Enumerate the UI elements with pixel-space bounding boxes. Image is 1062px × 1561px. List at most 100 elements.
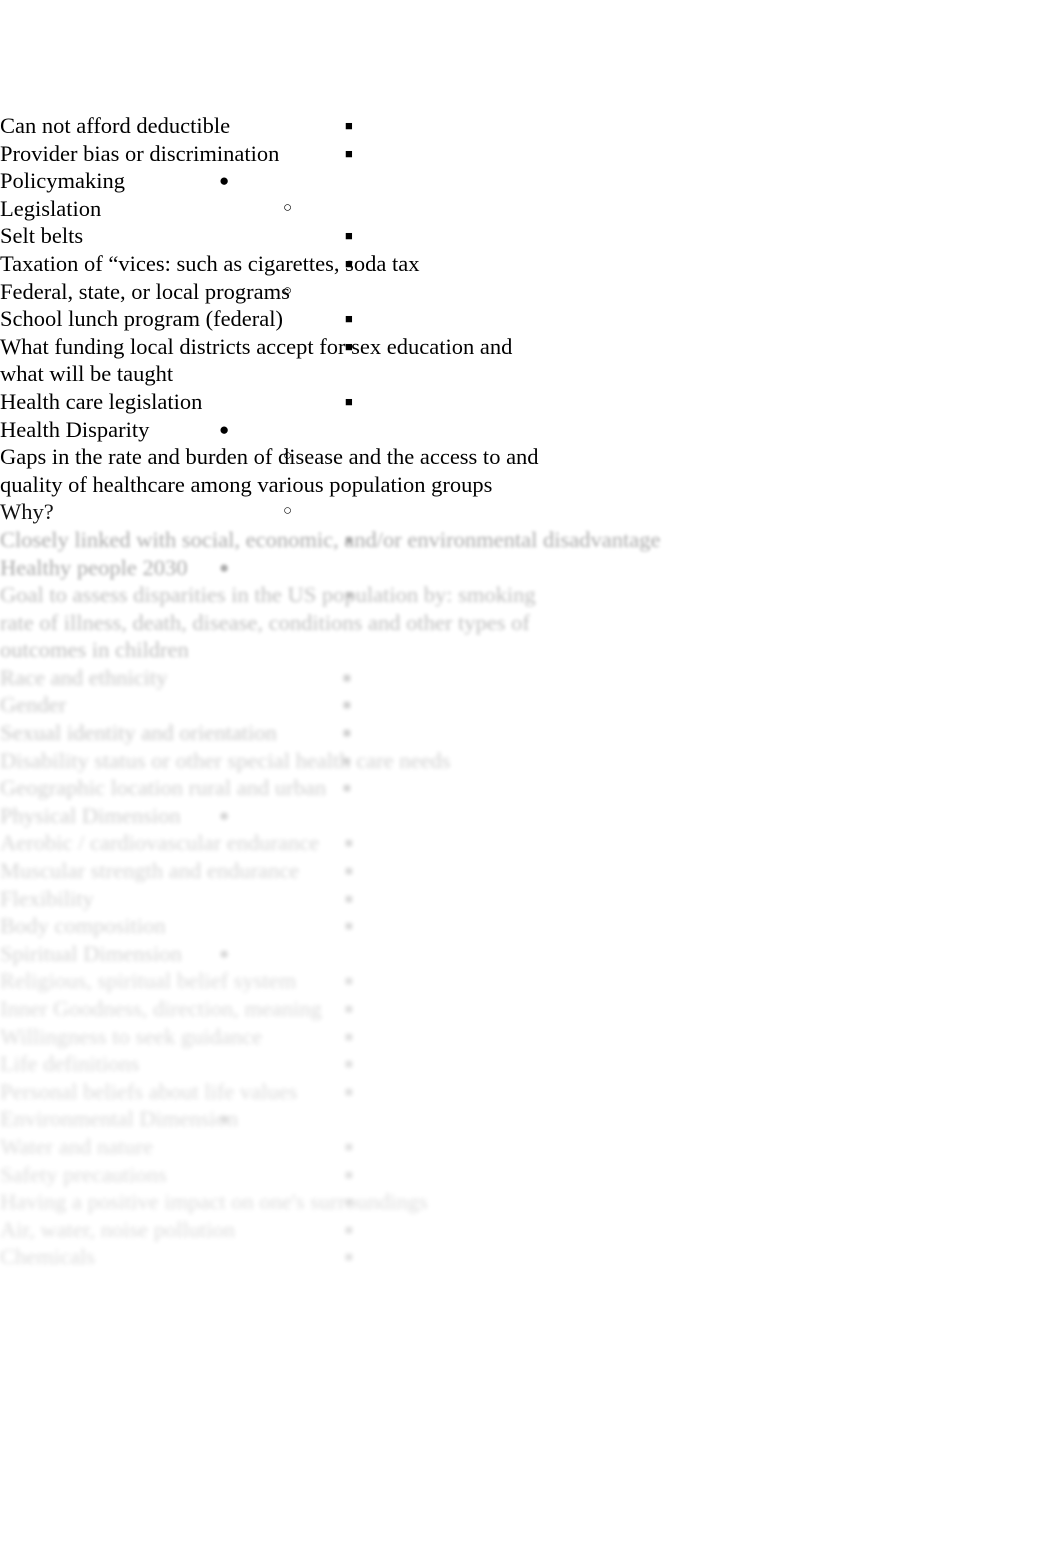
outline-item-level-1: ● Environmental Dimension <box>0 1105 1062 1133</box>
bullet-marker-level-4: ■ <box>343 752 351 768</box>
bullet-marker-level-1: ● <box>219 419 230 439</box>
outline-item-text: Goal to assess disparities in the US pop… <box>0 582 536 663</box>
bullet-marker-level-1: ● <box>219 805 230 825</box>
bullet-marker-level-1: ● <box>219 943 230 963</box>
outline-item-text: What funding local districts accept for … <box>0 333 513 387</box>
outline-item-level-4: ■ Gender <box>0 691 1062 719</box>
bullet-marker-level-3: ■ <box>345 145 353 161</box>
bullet-marker-level-2: ○ <box>283 448 293 465</box>
bullet-marker-level-3: ■ <box>345 918 353 934</box>
bullet-marker-level-2: ○ <box>283 282 293 299</box>
outline-item-text: Flexibility <box>0 885 94 911</box>
outline-item-level-4: ■ Geographic location rural and urban <box>0 774 1062 802</box>
bullet-marker-level-3: ■ <box>345 1138 353 1154</box>
bullet-marker-level-3: ■ <box>345 835 353 851</box>
outline-item-text: Health care legislation <box>0 388 203 414</box>
outline-item-text: Muscular strength and endurance <box>0 858 300 884</box>
bullet-marker-level-3: ■ <box>345 1194 353 1210</box>
outline-item-level-3: ■ Water and nature <box>0 1133 1062 1161</box>
outline-item-level-3: ■ Personal beliefs about life values <box>0 1078 1062 1106</box>
outline-content: ■ Can not afford deductible ■ Provider bias… <box>0 112 1062 1271</box>
outline-item-text: Willingness to seek guidance <box>0 1023 263 1049</box>
outline-item-text: School lunch program (federal) <box>0 306 284 332</box>
outline-item-text: Inner Goodness, direction, meaning <box>0 996 322 1021</box>
bullet-marker-level-3: ■ <box>345 118 353 133</box>
outline-item-level-2: ○ Legislation <box>0 195 1062 223</box>
outline-item-text: Body composition <box>0 913 166 939</box>
outline-item-text: Selt belts <box>0 223 84 249</box>
outline-item-text: Health Disparity <box>0 416 150 442</box>
outline-item-level-3: ■ Air, water, noise pollution <box>0 1216 1062 1244</box>
outline-item-level-3: ■ Flexibility <box>0 885 1062 913</box>
outline-item-level-1: ● Physical Dimension <box>0 802 1062 830</box>
outline-item-level-3: ■ School lunch program (federal) <box>0 305 1062 333</box>
outline-item-level-3: ■ Provider bias or discrimination <box>0 140 1062 168</box>
outline-item-level-3: ■ Closely linked with social, economic, a… <box>0 526 1062 554</box>
outline-item-level-3: ■ Chemicals <box>0 1243 1062 1271</box>
outline-item-text: Federal, state, or local programs <box>0 278 290 304</box>
outline-item-text: Life definitions <box>0 1051 140 1077</box>
outline-item-text: Healthy people 2030 <box>0 554 188 580</box>
outline-item-level-3: ■ What funding local districts accept for… <box>0 333 1062 388</box>
outline-item-text: Religious, spiritual belief system <box>0 968 297 994</box>
outline-item-level-1: ● Spiritual Dimension <box>0 940 1062 968</box>
bullet-marker-level-3: ■ <box>345 531 353 547</box>
outline-item-level-3: ■ Having a positive impact on one's surro… <box>0 1188 1062 1216</box>
bullet-marker-level-3: ■ <box>345 1028 353 1044</box>
outline-item-level-3: ■ Can not afford deductible <box>0 112 1062 140</box>
outline-item-text: Chemicals <box>0 1244 95 1270</box>
bullet-marker-level-3: ■ <box>345 311 353 327</box>
bullet-marker-level-3: ■ <box>345 1083 353 1099</box>
bullet-marker-level-3: ■ <box>345 890 353 906</box>
outline-item-level-3: ■ Muscular strength and endurance <box>0 857 1062 885</box>
outline-item-text: Race and ethnicity <box>0 664 168 690</box>
outline-item-text: Why? <box>0 499 54 525</box>
outline-item-text: Environmental Dimension <box>0 1106 239 1132</box>
outline-item-text: Gender <box>0 692 67 718</box>
outline-item-text: Geographic location rural and urban <box>0 775 327 801</box>
outline-item-level-2: ○ Gaps in the rate and burden of disease … <box>0 443 1062 498</box>
outline-item-level-3: ■ Safety precautions <box>0 1161 1062 1189</box>
outline-item-level-1: ● Health Disparity <box>0 416 1062 444</box>
bullet-marker-level-1: ● <box>219 1109 230 1129</box>
bullet-marker-level-3: ■ <box>345 393 353 409</box>
bullet-marker-level-4: ■ <box>343 725 351 741</box>
outline-item-text: Air, water, noise pollution <box>0 1216 236 1242</box>
outline-item-text: Legislation <box>0 195 102 221</box>
bullet-marker-level-1: ● <box>219 557 230 577</box>
outline-item-level-3: ■ Religious, spiritual belief system <box>0 967 1062 995</box>
bullet-marker-level-2: ○ <box>283 503 293 520</box>
bullet-marker-level-4: ■ <box>343 780 351 796</box>
outline-item-text: Sexual identity and orientation <box>0 720 277 746</box>
bullet-marker-level-3: ■ <box>345 338 353 354</box>
outline-item-text: Provider bias or discrimination <box>0 140 280 166</box>
outline-item-level-3: ■ Aerobic / cardiovascular endurance <box>0 829 1062 857</box>
outline-item-text: Taxation of “vices: such as cigarettes, … <box>0 250 420 276</box>
bullet-marker-level-3: ■ <box>345 228 353 244</box>
bullet-marker-level-3: ■ <box>345 973 353 989</box>
outline-item-level-3: ■ Willingness to seek guidance <box>0 1023 1062 1051</box>
bullet-marker-level-3: ■ <box>345 1001 353 1016</box>
outline-item-level-3: ■ Life definitions <box>0 1050 1062 1078</box>
outline-item-text: Physical Dimension <box>0 802 181 828</box>
outline-item-level-1: ● Healthy people 2030 <box>0 554 1062 582</box>
outline-item-text: Water and nature <box>0 1133 154 1159</box>
bullet-marker-level-3: ■ <box>345 1221 353 1237</box>
outline-item-level-3: ■ Body composition <box>0 912 1062 940</box>
outline-item-text: Disability status or other special healt… <box>0 747 451 773</box>
outline-item-level-2: ○ Federal, state, or local programs <box>0 278 1062 306</box>
bullet-marker-level-3: ■ <box>345 1249 353 1265</box>
outline-item-text: Aerobic / cardiovascular endurance <box>0 830 320 856</box>
outline-item-level-2: ○ Why? <box>0 498 1062 526</box>
outline-item-text: Safety precautions <box>0 1161 167 1187</box>
outline-item-text: Gaps in the rate and burden of disease a… <box>0 444 539 497</box>
outline-item-level-1: ● Policymaking <box>0 167 1062 195</box>
outline-list: ■ Can not afford deductible ■ Provider bias… <box>0 112 1062 1271</box>
bullet-marker-level-3: ■ <box>345 1056 353 1072</box>
outline-item-text: Having a positive impact on one's surrou… <box>0 1189 428 1215</box>
outline-item-text: Closely linked with social, economic, an… <box>0 526 661 552</box>
outline-item-level-3: ■ Selt belts <box>0 222 1062 250</box>
bullet-marker-level-4: ■ <box>343 669 351 685</box>
bullet-marker-level-3: ■ <box>345 255 353 271</box>
outline-item-text: Spiritual Dimension <box>0 940 182 966</box>
